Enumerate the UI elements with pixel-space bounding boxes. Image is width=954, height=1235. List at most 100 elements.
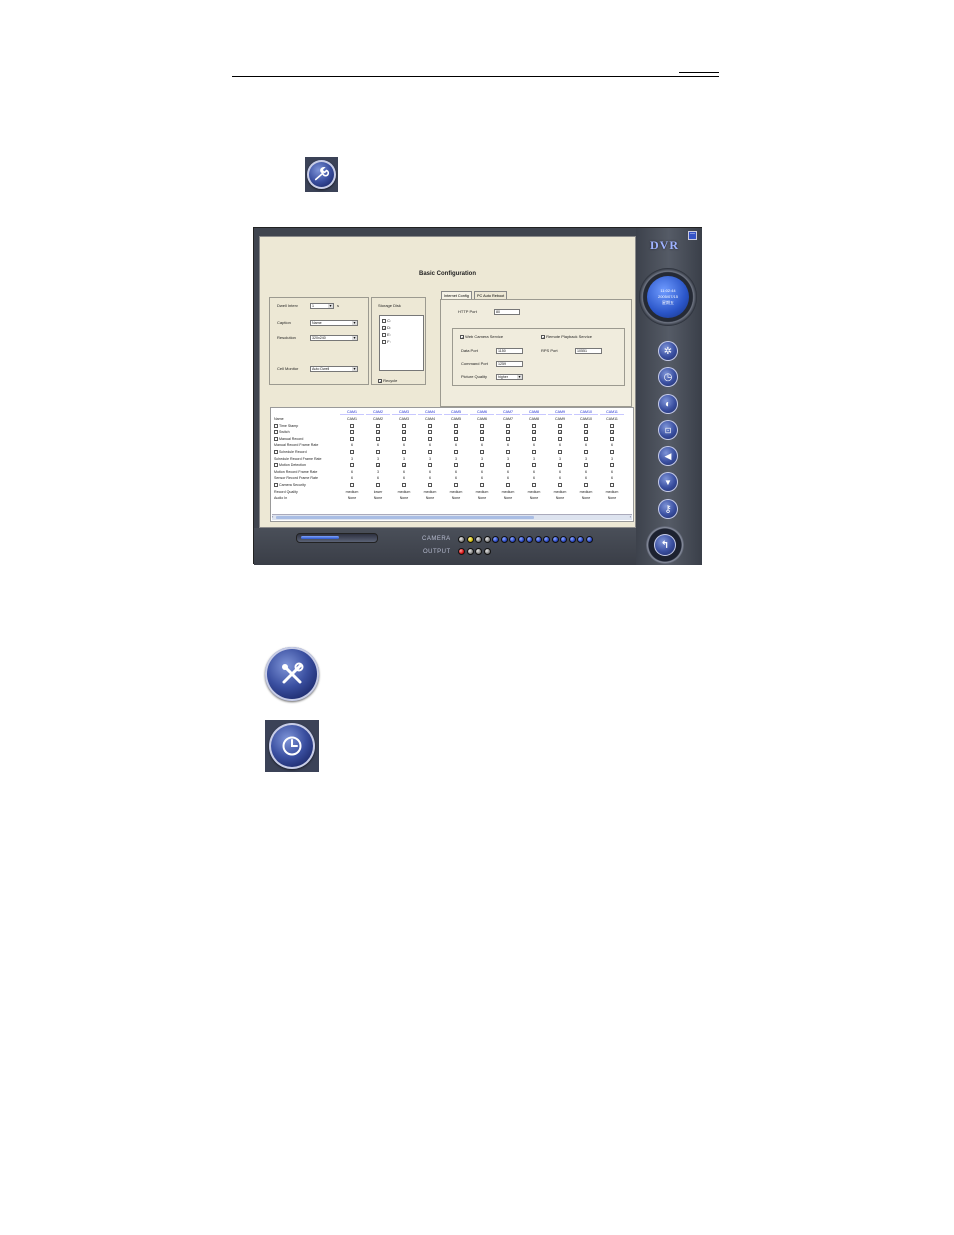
disk-item[interactable]: F: [382,339,391,344]
grid-checkbox[interactable] [532,483,536,488]
color-adjust-button[interactable]: ◐ [658,394,678,414]
grid-checkbox[interactable] [376,483,380,488]
remote-playback-checkbox[interactable] [541,334,545,339]
disk-item[interactable]: C: [382,318,391,323]
grid-cell[interactable]: CAM3 [392,417,416,421]
grid-checkbox[interactable] [428,463,432,468]
grid-cell[interactable] [366,463,390,468]
grid-cell[interactable] [548,430,572,435]
camera-indicator[interactable] [475,536,482,543]
camera-indicator[interactable] [458,536,465,543]
grid-checkbox[interactable] [584,430,588,435]
minimize-button[interactable]: — [688,231,697,240]
grid-cell[interactable] [392,423,416,428]
grid-cell[interactable] [340,463,364,468]
grid-cell[interactable]: None [366,496,390,500]
grid-checkbox[interactable] [428,483,432,488]
grid-cell[interactable] [574,436,598,441]
grid-checkbox[interactable] [454,436,458,441]
grid-checkbox[interactable] [376,423,380,428]
grid-checkbox[interactable] [584,450,588,455]
grid-column-header[interactable]: CAM3 [392,410,416,415]
grid-cell[interactable] [340,430,364,435]
grid-cell[interactable] [470,450,494,455]
grid-checkbox[interactable] [350,483,354,488]
grid-cell[interactable] [366,423,390,428]
grid-cell[interactable] [366,450,390,455]
grid-cell[interactable]: None [600,496,624,500]
grid-cell[interactable] [574,483,598,488]
grid-cell[interactable]: 3 [496,457,520,461]
grid-cell[interactable]: 3 [418,457,442,461]
grid-cell[interactable] [470,483,494,488]
grid-cell[interactable]: 6 [548,470,572,474]
grid-column-header[interactable]: CAM8 [522,410,546,415]
clock-icon[interactable] [269,723,315,769]
disk-item[interactable]: E: [382,332,391,337]
grid-checkbox[interactable] [610,436,614,441]
grid-cell[interactable]: 6 [366,476,390,480]
disk-list[interactable]: C: D: E: F: [379,315,424,371]
grid-cell[interactable]: 6 [600,470,624,474]
grid-cell[interactable] [548,436,572,441]
grid-cell[interactable] [392,436,416,441]
disk-checkbox[interactable] [382,339,386,344]
grid-column-header[interactable]: CAM2 [366,410,390,415]
grid-cell[interactable] [392,483,416,488]
scroll-right-arrow-icon[interactable]: › [630,514,631,519]
grid-checkbox[interactable] [454,423,458,428]
grid-cell[interactable]: CAM11 [600,417,624,421]
grid-checkbox[interactable] [506,483,510,488]
grid-cell[interactable]: 6 [392,443,416,447]
grid-cell[interactable] [548,483,572,488]
grid-cell[interactable] [600,483,624,488]
grid-cell[interactable]: 6 [418,476,442,480]
wrench-icon[interactable] [307,160,336,189]
grid-checkbox[interactable] [584,483,588,488]
grid-cell[interactable]: 6 [418,470,442,474]
volume-slider[interactable] [296,533,378,543]
grid-cell[interactable] [600,450,624,455]
grid-cell[interactable]: CAM9 [548,417,572,421]
grid-cell[interactable]: CAM5 [444,417,468,421]
grid-cell[interactable]: medium [470,490,494,494]
camera-indicator[interactable] [483,536,491,543]
disk-checkbox[interactable] [382,318,386,323]
grid-cell[interactable]: None [548,496,572,500]
grid-checkbox[interactable] [558,463,562,468]
grid-checkbox[interactable] [428,423,432,428]
grid-cell[interactable]: 6 [444,476,468,480]
grid-checkbox[interactable] [376,463,380,468]
grid-column-header[interactable]: CAM10 [574,410,598,415]
grid-cell[interactable]: None [522,496,546,500]
output-indicator[interactable] [475,548,482,555]
grid-checkbox[interactable] [532,436,536,441]
grid-checkbox[interactable] [480,483,484,488]
grid-cell[interactable]: 6 [470,470,494,474]
grid-cell[interactable]: 6 [522,476,546,480]
grid-checkbox[interactable] [428,450,432,455]
grid-cell[interactable] [444,436,468,441]
grid-checkbox[interactable] [506,436,510,441]
grid-column-header[interactable]: CAM1 [340,410,364,415]
grid-cell[interactable] [366,483,390,488]
grid-column-header[interactable]: CAM4 [418,410,442,415]
row-checkbox[interactable] [274,436,278,441]
grid-cell[interactable] [496,450,520,455]
grid-cell[interactable]: 3 [574,457,598,461]
caption-select[interactable]: Name [310,320,358,326]
grid-checkbox[interactable] [350,436,354,441]
grid-checkbox[interactable] [350,463,354,468]
grid-cell[interactable]: medium [548,490,572,494]
grid-cell[interactable]: None [470,496,494,500]
grid-cell[interactable]: 3 [470,457,494,461]
camera-indicator[interactable] [534,536,542,543]
grid-checkbox[interactable] [350,450,354,455]
grid-cell[interactable] [548,423,572,428]
grid-checkbox[interactable] [610,423,614,428]
grid-cell[interactable]: None [444,496,468,500]
grid-cell[interactable] [418,436,442,441]
grid-checkbox[interactable] [506,430,510,435]
grid-cell[interactable] [574,463,598,468]
grid-cell[interactable] [522,450,546,455]
